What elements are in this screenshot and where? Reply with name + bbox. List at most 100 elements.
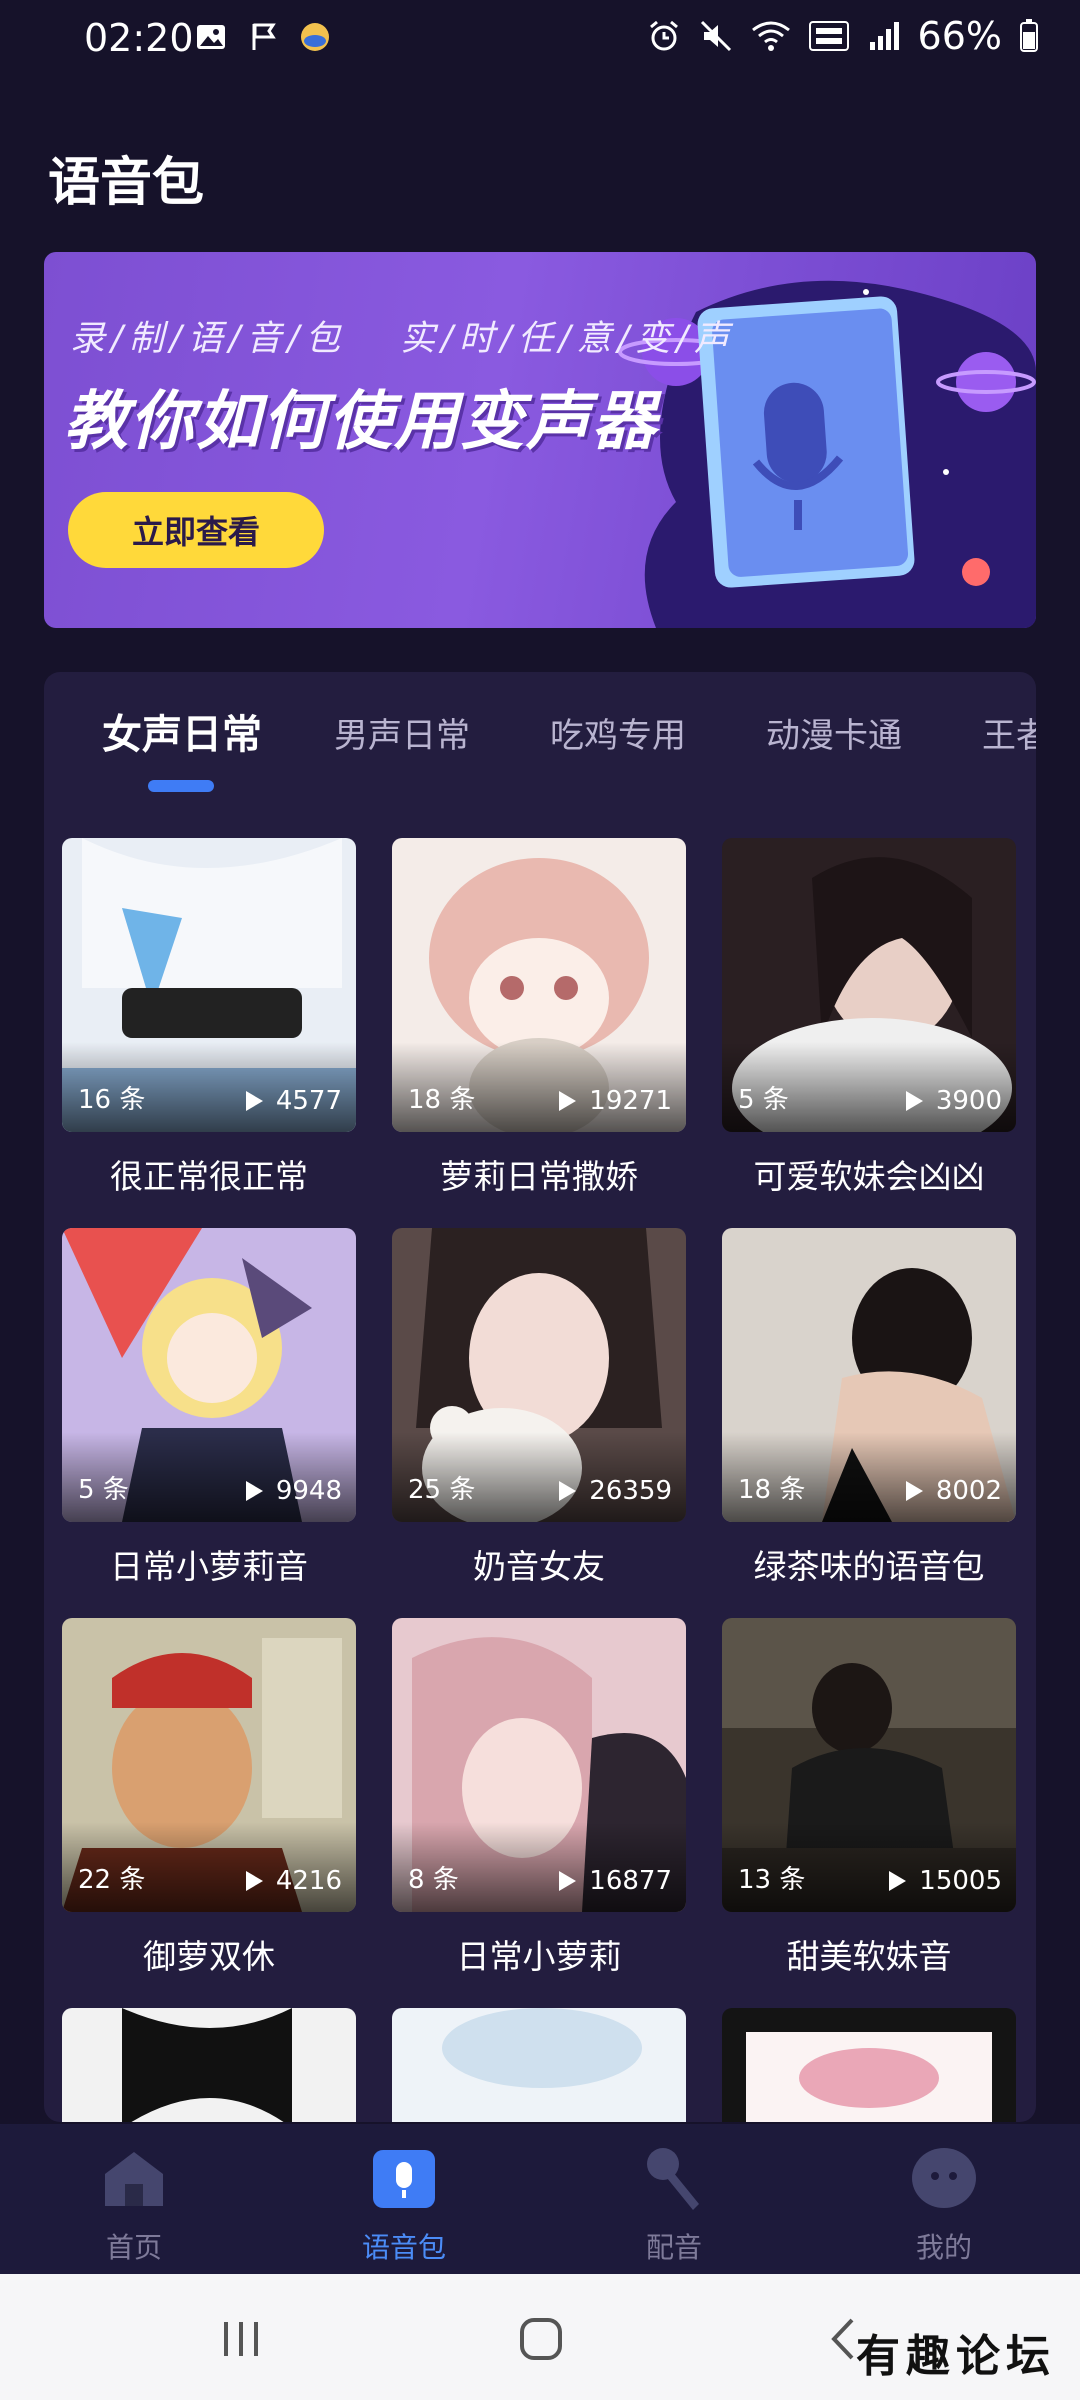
play-icon (905, 1091, 923, 1111)
voice-pack-card[interactable] (392, 2008, 686, 2122)
battery-icon (1020, 19, 1038, 52)
bottom-navigation: 首页 语音包 配音 我的 (0, 2124, 1080, 2274)
play-count: 26359 (557, 1476, 672, 1506)
voice-pack-thumbnail: 5 条 3900 (722, 838, 1016, 1132)
banner-subtitle: 录/制/语/音/包 实/时/任/意/变/声 (70, 310, 735, 361)
home-icon (105, 2152, 163, 2206)
tab-pubg[interactable]: 吃鸡专用 (550, 708, 686, 757)
voice-pack-thumbnail: 25 条 26359 (392, 1228, 686, 1522)
app-notification-icon (301, 23, 329, 51)
play-count: 8002 (904, 1476, 1002, 1506)
clip-count: 18 条 (738, 1475, 806, 1505)
status-bar: 02:20 66% (0, 0, 1080, 80)
play-icon (559, 1871, 577, 1891)
wifi-icon (751, 21, 790, 51)
play-icon (245, 1481, 263, 1501)
nav-dubbing[interactable]: 配音 (574, 2144, 774, 2266)
category-tabs: 女声日常 男声日常 吃鸡专用 动漫卡通 王者 (44, 672, 1036, 792)
play-icon (559, 1091, 577, 1111)
tab-female-daily[interactable]: 女声日常 (102, 702, 262, 760)
voice-pack-thumbnail: 18 条 19271 (392, 838, 686, 1132)
play-count: 15005 (887, 1866, 1002, 1896)
play-count: 16877 (557, 1866, 672, 1896)
status-right-icons: 66% (646, 14, 1040, 58)
status-time: 02:20 (84, 16, 194, 60)
voice-pack-card[interactable]: 25 条 26359 奶音女友 (392, 1228, 686, 1588)
voice-pack-title: 很正常很正常 (110, 1157, 308, 1196)
tab-anime-cartoon[interactable]: 动漫卡通 (766, 708, 902, 757)
nav-voice-pack[interactable]: 语音包 (304, 2144, 504, 2266)
flag-icon (252, 23, 276, 50)
mute-icon (700, 20, 731, 52)
view-now-button[interactable]: 立即查看 (68, 492, 324, 568)
play-count: 4216 (244, 1866, 342, 1896)
voice-pack-thumbnail (62, 2008, 356, 2122)
banner-subtitle-left: 录/制/语/音/包 (70, 319, 347, 359)
voice-pack-thumbnail (722, 2008, 1016, 2122)
voice-pack-card[interactable]: 8 条 16877 日常小萝莉 (392, 1618, 686, 1978)
profile-icon (912, 2148, 976, 2208)
voice-pack-thumbnail (392, 2008, 686, 2122)
nav-dubbing-label: 配音 (645, 2231, 702, 2264)
home-button-icon[interactable] (516, 2314, 566, 2364)
voice-pack-thumbnail: 18 条 8002 (722, 1228, 1016, 1522)
nav-voice-pack-label: 语音包 (361, 2231, 446, 2264)
play-icon (559, 1481, 577, 1501)
voice-pack-card[interactable] (722, 2008, 1016, 2122)
gallery-icon (197, 25, 225, 49)
page-title: 语音包 (48, 153, 205, 213)
voice-pack-card[interactable]: 13 条 15005 甜美软妹音 (722, 1618, 1016, 1978)
clip-count: 5 条 (738, 1085, 789, 1115)
nav-profile-label: 我的 (915, 2231, 972, 2264)
clip-count: 22 条 (78, 1865, 146, 1895)
clip-count: 8 条 (408, 1865, 459, 1895)
play-icon (245, 1871, 263, 1891)
signal-icon (869, 22, 899, 50)
microphone-icon (647, 2148, 699, 2210)
tab-honor-of-kings[interactable]: 王者 (982, 708, 1036, 757)
promo-banner[interactable]: 录/制/语/音/包 实/时/任/意/变/声 教你如何使用变声器 立即查看 (44, 252, 1036, 628)
pink-character-image (722, 2008, 1016, 2122)
voice-pack-card[interactable]: 5 条 3900 可爱软妹会凶凶 (722, 838, 1016, 1198)
voice-pack-title: 奶音女友 (473, 1547, 605, 1586)
voice-pack-icon (373, 2150, 435, 2208)
light-blue-character-image (392, 2008, 686, 2122)
voice-pack-card[interactable] (62, 2008, 356, 2122)
watermark-text: 有趣论坛 (856, 2331, 1056, 2382)
voice-pack-card[interactable]: 18 条 19271 萝莉日常撒娇 (392, 838, 686, 1198)
voice-pack-title: 萝莉日常撒娇 (440, 1157, 638, 1196)
clip-count: 16 条 (78, 1085, 146, 1115)
voice-pack-title: 日常小萝莉 (456, 1937, 622, 1976)
voice-pack-thumbnail: 8 条 16877 (392, 1618, 686, 1912)
nav-home[interactable]: 首页 (34, 2144, 234, 2266)
voice-pack-thumbnail: 13 条 15005 (722, 1618, 1016, 1912)
tab-male-daily[interactable]: 男声日常 (334, 708, 470, 757)
play-count: 4577 (244, 1086, 342, 1116)
voice-pack-card[interactable]: 16 条 4577 很正常很正常 (62, 838, 356, 1198)
clip-count: 25 条 (408, 1475, 476, 1505)
play-icon (245, 1091, 263, 1111)
play-count: 19271 (557, 1086, 672, 1116)
play-icon (905, 1481, 923, 1501)
voice-pack-card[interactable]: 22 条 4216 御萝双休 (62, 1618, 356, 1978)
banner-subtitle-right: 实/时/任/意/变/声 (400, 319, 736, 359)
voice-pack-list-card: 女声日常 男声日常 吃鸡专用 动漫卡通 王者 16 条 4577 很正常很正常 … (44, 672, 1036, 2122)
tab-active-indicator (148, 780, 214, 792)
voice-pack-title: 甜美软妹音 (786, 1937, 952, 1976)
recent-apps-icon[interactable] (216, 2314, 266, 2364)
voice-pack-thumbnail: 16 条 4577 (62, 838, 356, 1132)
voice-pack-title: 御萝双休 (143, 1937, 275, 1976)
voice-pack-thumbnail: 22 条 4216 (62, 1618, 356, 1912)
voice-pack-card[interactable]: 18 条 8002 绿茶味的语音包 (722, 1228, 1016, 1588)
play-icon (889, 1871, 907, 1891)
voice-pack-title: 日常小萝莉音 (110, 1547, 308, 1586)
voice-pack-card[interactable]: 5 条 9948 日常小萝莉音 (62, 1228, 356, 1588)
book-microphone-illustration (618, 280, 1036, 628)
clip-count: 18 条 (408, 1085, 476, 1115)
alarm-icon (649, 20, 678, 51)
nav-profile[interactable]: 我的 (844, 2144, 1044, 2266)
volte-icon (808, 21, 849, 51)
play-count: 3900 (904, 1086, 1002, 1116)
nav-home-label: 首页 (105, 2231, 162, 2264)
clip-count: 13 条 (738, 1865, 806, 1895)
